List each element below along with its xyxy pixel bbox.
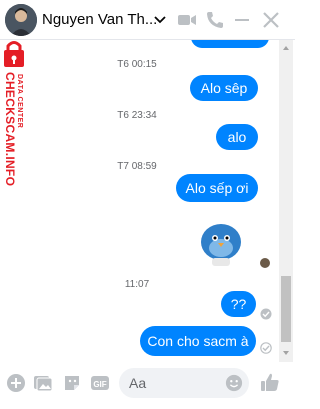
minimize-icon[interactable] [232, 10, 252, 30]
sent-message[interactable]: Alo sêp [190, 75, 258, 101]
sent-message[interactable]: ?? [221, 291, 256, 317]
sticker-icon[interactable] [62, 373, 82, 393]
message-bubble-partial [191, 40, 269, 48]
received-sticker[interactable] [198, 216, 244, 268]
message-input[interactable] [129, 374, 221, 392]
chat-header: Nguyen Van Th... [0, 0, 295, 40]
like-icon[interactable] [260, 372, 280, 392]
chevron-down-icon[interactable] [153, 12, 167, 26]
timestamp: 11:07 [124, 279, 150, 290]
timestamp: T6 23:34 [117, 110, 157, 121]
blue-bird-sticker-icon [201, 224, 241, 266]
timestamp: T6 00:15 [117, 59, 157, 70]
watermark-line2: CHECKSCAM.INFO [3, 72, 17, 187]
watermark-line1: DATA CENTER [16, 74, 23, 129]
svg-text:GIF: GIF [93, 380, 106, 389]
phone-icon[interactable] [205, 10, 225, 30]
sent-check-icon [260, 308, 272, 320]
scroll-down-icon[interactable] [281, 348, 291, 358]
watermark: DATA CENTER CHECKSCAM.INFO [0, 40, 34, 190]
emoji-icon[interactable] [225, 374, 243, 392]
video-camera-icon[interactable] [177, 10, 197, 30]
seen-avatar [259, 257, 271, 269]
image-icon[interactable] [33, 373, 53, 393]
message-list[interactable]: T6 00:15 Alo sêp T6 23:34 alo T7 08:59 A… [0, 40, 276, 362]
scrollbar-thumb[interactable] [281, 276, 291, 342]
sent-message[interactable]: Con cho sacm à [140, 326, 256, 356]
sent-message[interactable]: Alo sếp ơi [176, 174, 258, 202]
sent-message[interactable]: alo [216, 124, 258, 150]
contact-name[interactable]: Nguyen Van Th... [42, 11, 157, 28]
timestamp: T7 08:59 [117, 161, 157, 172]
sent-check-icon [260, 342, 272, 354]
close-icon[interactable] [261, 10, 281, 30]
contact-avatar[interactable] [5, 4, 37, 36]
scroll-up-icon[interactable] [281, 43, 291, 53]
gif-icon[interactable]: GIF [90, 373, 110, 393]
plus-icon[interactable] [6, 373, 26, 393]
